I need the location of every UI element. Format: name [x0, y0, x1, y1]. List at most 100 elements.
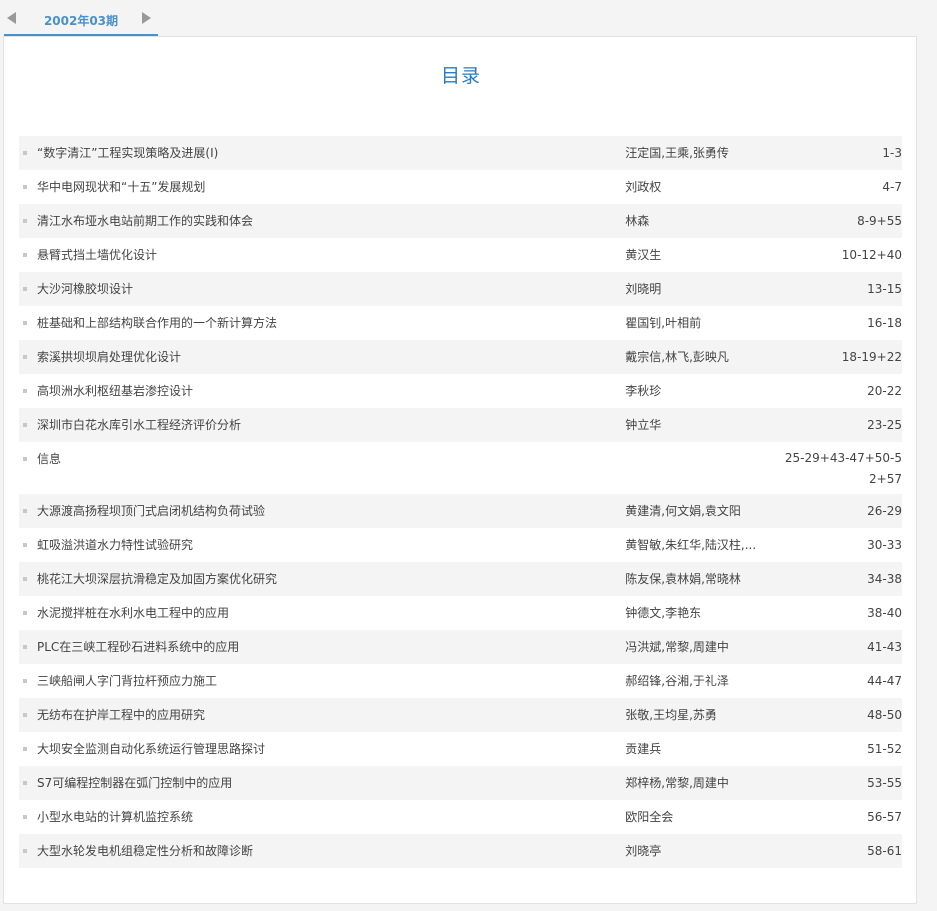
article-authors: 张敬,王均星,苏勇: [625, 708, 717, 722]
bullet-icon: [23, 713, 27, 717]
article-pages: 8-9+55: [857, 214, 902, 228]
article-row[interactable]: 三峡船闸人字门背拉杆预应力施工 郝绍锋,谷湘,于礼泽 44-47: [19, 664, 902, 698]
article-authors: 汪定国,王乘,张勇传: [625, 146, 729, 160]
article-row[interactable]: 桃花江大坝深层抗滑稳定及加固方案优化研究 陈友保,袁林娟,常晓林 34-38: [19, 562, 902, 596]
article-pages: 41-43: [867, 640, 902, 654]
article-pages: 34-38: [867, 572, 902, 586]
article-title-link[interactable]: 索溪拱坝坝肩处理优化设计: [37, 340, 625, 374]
article-authors: 刘政权: [625, 180, 662, 194]
article-title-link[interactable]: 大型水轮发电机组稳定性分析和故障诊断: [37, 834, 625, 868]
article-title-link[interactable]: 小型水电站的计算机监控系统: [37, 800, 625, 834]
article-title-link[interactable]: 水泥搅拌桩在水利水电工程中的应用: [37, 596, 625, 630]
article-pages: 48-50: [867, 708, 902, 722]
article-authors: 黄汉生: [625, 248, 662, 262]
article-pages: 4-7: [882, 180, 902, 194]
bullet-icon: [23, 509, 27, 513]
article-authors: 郝绍锋,谷湘,于礼泽: [625, 674, 729, 688]
article-title-link[interactable]: 大沙河橡胶坝设计: [37, 272, 625, 306]
issue-tab[interactable]: 2002年03期: [4, 6, 158, 36]
article-row[interactable]: 虹吸溢洪道水力特性试验研究 黄智敏,朱红华,陆汉柱,... 30-33: [19, 528, 902, 562]
article-row[interactable]: 悬臂式挡土墙优化设计 黄汉生 10-12+40: [19, 238, 902, 272]
article-title-link[interactable]: 高坝洲水利枢纽基岩渗控设计: [37, 374, 625, 408]
article-row[interactable]: 清江水布垭水电站前期工作的实践和体会 林森 8-9+55: [19, 204, 902, 238]
article-authors: 瞿国钊,叶相前: [625, 316, 702, 330]
article-list: “数字清江”工程实现策略及进展(Ⅰ) 汪定国,王乘,张勇传 1-3 华中电网现状和“十…: [19, 136, 902, 868]
article-row[interactable]: 大沙河橡胶坝设计 刘晓明 13-15: [19, 272, 902, 306]
article-title-link[interactable]: S7可编程控制器在弧门控制中的应用: [37, 766, 625, 800]
article-authors: 陈友保,袁林娟,常晓林: [625, 572, 741, 586]
bullet-icon: [23, 389, 27, 393]
article-row[interactable]: 小型水电站的计算机监控系统 欧阳全会 56-57: [19, 800, 902, 834]
article-row[interactable]: 大坝安全监测自动化系统运行管理思路探讨 贡建兵 51-52: [19, 732, 902, 766]
article-row[interactable]: “数字清江”工程实现策略及进展(Ⅰ) 汪定国,王乘,张勇传 1-3: [19, 136, 902, 170]
bullet-icon: [23, 645, 27, 649]
article-title-link[interactable]: “数字清江”工程实现策略及进展(Ⅰ): [37, 136, 625, 170]
article-pages: 18-19+22: [841, 350, 902, 364]
article-title-link[interactable]: 大源渡高扬程坝顶门式启闭机结构负荷试验: [37, 494, 625, 528]
article-pages: 16-18: [867, 316, 902, 330]
article-authors: 戴宗信,林飞,彭映凡: [625, 350, 729, 364]
article-authors: 欧阳全会: [625, 810, 674, 824]
article-row[interactable]: 深圳市白花水库引水工程经济评价分析 钟立华 23-25: [19, 408, 902, 442]
article-row[interactable]: 桩基础和上部结构联合作用的一个新计算方法 瞿国钊,叶相前 16-18: [19, 306, 902, 340]
article-title-link[interactable]: 三峡船闸人字门背拉杆预应力施工: [37, 664, 625, 698]
article-authors: 钟德文,李艳东: [625, 606, 702, 620]
bullet-icon: [23, 781, 27, 785]
article-title-link[interactable]: 清江水布垭水电站前期工作的实践和体会: [37, 204, 625, 238]
bullet-icon: [23, 151, 27, 155]
article-title-link[interactable]: 虹吸溢洪道水力特性试验研究: [37, 528, 625, 562]
bullet-icon: [23, 219, 27, 223]
article-title-link[interactable]: 桃花江大坝深层抗滑稳定及加固方案优化研究: [37, 562, 625, 596]
article-title-link[interactable]: 悬臂式挡土墙优化设计: [37, 238, 625, 272]
article-pages: 44-47: [867, 674, 902, 688]
article-authors: 钟立华: [625, 418, 662, 432]
article-title-link[interactable]: PLC在三峡工程砂石进料系统中的应用: [37, 630, 625, 664]
article-title-link[interactable]: 华中电网现状和“十五”发展规划: [37, 170, 625, 204]
article-row[interactable]: PLC在三峡工程砂石进料系统中的应用 冯洪斌,常黎,周建中 41-43: [19, 630, 902, 664]
article-pages: 1-3: [882, 146, 902, 160]
article-pages: 13-15: [867, 282, 902, 296]
article-authors: 林森: [625, 214, 650, 228]
article-row[interactable]: 高坝洲水利枢纽基岩渗控设计 李秋珍 20-22: [19, 374, 902, 408]
article-pages: 51-52: [867, 742, 902, 756]
article-authors: 刘晓亭: [625, 844, 662, 858]
article-title-link[interactable]: 大坝安全监测自动化系统运行管理思路探讨: [37, 732, 625, 766]
article-pages: 23-25: [867, 418, 902, 432]
article-authors: 郑梓杨,常黎,周建中: [625, 776, 729, 790]
bullet-icon: [23, 185, 27, 189]
article-pages: 26-29: [867, 504, 902, 518]
article-authors: 贡建兵: [625, 742, 662, 756]
article-row[interactable]: 信息 25-29+43-47+50-52+57: [19, 442, 902, 494]
page-title: 目录: [440, 65, 481, 87]
bullet-icon: [23, 679, 27, 683]
article-title-link[interactable]: 深圳市白花水库引水工程经济评价分析: [37, 408, 625, 442]
article-authors: 冯洪斌,常黎,周建中: [625, 640, 729, 654]
article-row[interactable]: 大源渡高扬程坝顶门式启闭机结构负荷试验 黄建清,何文娟,袁文阳 26-29: [19, 494, 902, 528]
article-authors: 黄建清,何文娟,袁文阳: [625, 504, 741, 518]
article-authors: 刘晓明: [625, 282, 662, 296]
article-title-link[interactable]: 桩基础和上部结构联合作用的一个新计算方法: [37, 306, 625, 340]
article-pages: 56-57: [867, 810, 902, 824]
article-authors: 黄智敏,朱红华,陆汉柱,...: [625, 538, 757, 552]
article-row[interactable]: 无纺布在护岸工程中的应用研究 张敬,王均星,苏勇 48-50: [19, 698, 902, 732]
article-pages: 20-22: [867, 384, 902, 398]
article-row[interactable]: 华中电网现状和“十五”发展规划 刘政权 4-7: [19, 170, 902, 204]
article-pages: 25-29+43-47+50-52+57: [784, 451, 902, 486]
article-pages: 53-55: [867, 776, 902, 790]
article-row[interactable]: 水泥搅拌桩在水利水电工程中的应用 钟德文,李艳东 38-40: [19, 596, 902, 630]
article-row[interactable]: S7可编程控制器在弧门控制中的应用 郑梓杨,常黎,周建中 53-55: [19, 766, 902, 800]
article-title-link[interactable]: 无纺布在护岸工程中的应用研究: [37, 698, 625, 732]
bullet-icon: [23, 321, 27, 325]
bullet-icon: [23, 611, 27, 615]
article-pages: 38-40: [867, 606, 902, 620]
bullet-icon: [23, 543, 27, 547]
article-title-link[interactable]: 信息: [37, 442, 625, 476]
next-issue-arrow-icon[interactable]: [142, 12, 151, 24]
article-row[interactable]: 大型水轮发电机组稳定性分析和故障诊断 刘晓亭 58-61: [19, 834, 902, 868]
bullet-icon: [23, 355, 27, 359]
article-row[interactable]: 索溪拱坝坝肩处理优化设计 戴宗信,林飞,彭映凡 18-19+22: [19, 340, 902, 374]
article-authors: 李秋珍: [625, 384, 662, 398]
bullet-icon: [23, 747, 27, 751]
article-pages: 10-12+40: [841, 248, 902, 262]
bullet-icon: [23, 457, 27, 461]
